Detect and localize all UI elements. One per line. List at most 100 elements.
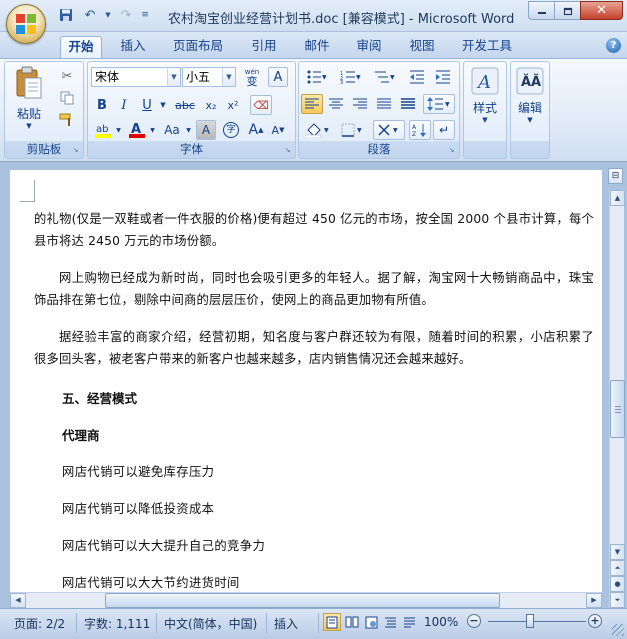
document-page[interactable]: 的礼物(仅是一双鞋或者一件衣服的价格)便有超过 450 亿元的市场，按全国 20… [10, 170, 602, 608]
change-case-button[interactable]: Aa [160, 120, 184, 140]
character-border-button[interactable]: A [268, 67, 288, 87]
shading-button[interactable]: ▼ [301, 120, 335, 140]
view-ruler-button[interactable]: ⊟ [608, 168, 623, 184]
italic-button[interactable]: I [114, 95, 134, 115]
increase-indent-button[interactable] [431, 67, 455, 87]
help-icon[interactable]: ? [606, 38, 621, 53]
tab-mailings[interactable]: 邮件 [298, 36, 336, 58]
shrink-font-button[interactable]: A ▼ [268, 120, 288, 140]
next-page-button[interactable]: ⏷ [610, 592, 625, 608]
paragraph-launcher-icon[interactable]: ↘ [447, 146, 456, 155]
section-heading[interactable]: 五、经营模式 [62, 388, 137, 407]
zoom-slider-track[interactable] [488, 621, 586, 622]
restore-button[interactable] [554, 1, 581, 20]
dropdown-arrow-icon[interactable]: ▼ [104, 6, 112, 24]
superscript-button[interactable]: x² [222, 95, 244, 115]
office-button[interactable] [6, 4, 46, 44]
underline-button[interactable]: U [136, 95, 158, 115]
tab-page-layout[interactable]: 页面布局 [168, 36, 228, 58]
save-icon[interactable] [56, 6, 76, 24]
align-left-button[interactable] [301, 94, 323, 114]
highlight-dropdown-icon[interactable]: ▼ [114, 120, 123, 140]
minimize-button[interactable] [528, 1, 555, 20]
multilevel-list-button[interactable]: ▼ [369, 67, 401, 87]
full-screen-reading-view-button[interactable] [343, 613, 361, 631]
language-indicator[interactable]: 中文(简体，中国) [164, 615, 257, 632]
zoom-out-button[interactable]: − [467, 614, 481, 628]
styles-dropdown-icon[interactable]: ▼ [466, 116, 504, 124]
sub-heading[interactable]: 代理商 [62, 425, 100, 444]
copy-button[interactable] [57, 88, 77, 108]
distributed-button[interactable] [397, 94, 419, 114]
format-painter-button[interactable] [57, 110, 77, 130]
justify-button[interactable] [373, 94, 395, 114]
page-indicator[interactable]: 页面: 2/2 [14, 615, 65, 632]
tab-review[interactable]: 审阅 [350, 36, 388, 58]
font-color-button[interactable]: A [126, 120, 148, 140]
phonetic-guide-button[interactable]: wén 变 [240, 66, 264, 88]
paste-button[interactable]: 粘贴 ▼ [11, 66, 47, 130]
highlight-button[interactable]: ab [92, 120, 114, 140]
select-browse-object-button[interactable]: ● [610, 576, 625, 592]
chinese-layout-button[interactable]: ▼ [373, 120, 405, 140]
bullets-button[interactable]: ▼ [301, 67, 333, 87]
previous-page-button[interactable]: ⏶ [610, 560, 625, 576]
web-layout-view-button[interactable] [362, 613, 380, 631]
clear-formatting-button[interactable]: ⌫ [250, 95, 272, 115]
list-line[interactable]: 网店代销可以避免库存压力 [62, 462, 214, 480]
insert-mode-indicator[interactable]: 插入 [274, 615, 298, 632]
scroll-up-button[interactable]: ▲ [610, 190, 625, 206]
undo-icon[interactable]: ↶ [80, 6, 100, 24]
redo-icon[interactable]: ↷ [116, 6, 136, 24]
sort-button[interactable]: AZ [409, 120, 431, 140]
tab-developer[interactable]: 开发工具 [456, 36, 518, 58]
line-spacing-button[interactable]: ▼ [423, 94, 455, 114]
decrease-indent-button[interactable] [405, 67, 429, 87]
list-line[interactable]: 网店代销可以大大节约进货时间 [62, 573, 240, 591]
align-right-button[interactable] [349, 94, 371, 114]
character-shading-button[interactable]: A [196, 120, 216, 140]
font-name-combo[interactable]: 宋体 ▼ [91, 67, 181, 87]
underline-dropdown-icon[interactable]: ▼ [158, 95, 168, 115]
scroll-down-button[interactable]: ▼ [610, 544, 625, 560]
vertical-scroll-thumb[interactable] [610, 380, 625, 438]
customize-qat-icon[interactable]: ≡ [140, 6, 150, 24]
font-size-dropdown-icon[interactable]: ▼ [222, 68, 235, 86]
zoom-in-button[interactable]: + [588, 614, 602, 628]
paste-dropdown-icon[interactable]: ▼ [11, 122, 47, 130]
change-case-dropdown-icon[interactable]: ▼ [184, 120, 193, 140]
close-button[interactable]: ✕ [580, 1, 623, 20]
font-color-dropdown-icon[interactable]: ▼ [148, 120, 157, 140]
horizontal-scrollbar[interactable]: ◀ ▶ [10, 592, 602, 608]
resize-grip-icon[interactable] [612, 624, 624, 636]
tab-home[interactable]: 开始 [60, 36, 102, 58]
borders-button[interactable]: ▼ [337, 120, 369, 140]
body-paragraph[interactable]: 据经验丰富的商家介绍，经营初期，知名度与客户群还较为有限，随着时间的积累，小店积… [34, 326, 594, 370]
outline-view-button[interactable] [381, 613, 399, 631]
word-count[interactable]: 字数: 1,111 [84, 615, 150, 632]
show-marks-button[interactable]: ↵ [433, 120, 455, 140]
enclose-characters-button[interactable]: 字 [220, 120, 242, 140]
font-launcher-icon[interactable]: ↘ [283, 146, 292, 155]
tab-view[interactable]: 视图 [403, 36, 441, 58]
clipboard-launcher-icon[interactable]: ↘ [71, 146, 80, 155]
body-paragraph[interactable]: 网上购物已经成为新时尚，同时也会吸引更多的年轻人。据了解，淘宝网十大畅销商品中，… [34, 267, 594, 311]
horizontal-scroll-thumb[interactable] [105, 593, 500, 608]
bold-button[interactable]: B [92, 95, 112, 115]
list-line[interactable]: 网店代销可以大大提升自己的竞争力 [62, 536, 265, 554]
list-line[interactable]: 网店代销可以降低投资成本 [62, 499, 214, 517]
vertical-scrollbar[interactable]: ▲ ▼ ⏶ ● ⏷ [609, 190, 625, 608]
zoom-level[interactable]: 100% [424, 615, 458, 629]
font-size-combo[interactable]: 小五 ▼ [182, 67, 236, 87]
draft-view-button[interactable] [400, 613, 418, 631]
tab-insert[interactable]: 插入 [114, 36, 152, 58]
body-paragraph[interactable]: 的礼物(仅是一双鞋或者一件衣服的价格)便有超过 450 亿元的市场，按全国 20… [34, 208, 594, 252]
zoom-slider-thumb[interactable] [526, 614, 534, 628]
subscript-button[interactable]: x₂ [200, 95, 222, 115]
editing-dropdown-icon[interactable]: ▼ [512, 116, 548, 124]
scroll-left-button[interactable]: ◀ [10, 593, 26, 608]
scroll-right-button[interactable]: ▶ [586, 593, 602, 608]
align-center-button[interactable] [325, 94, 347, 114]
editing-button[interactable]: ĂĂ 编辑 ▼ [512, 66, 548, 124]
numbering-button[interactable]: 123 ▼ [335, 67, 367, 87]
